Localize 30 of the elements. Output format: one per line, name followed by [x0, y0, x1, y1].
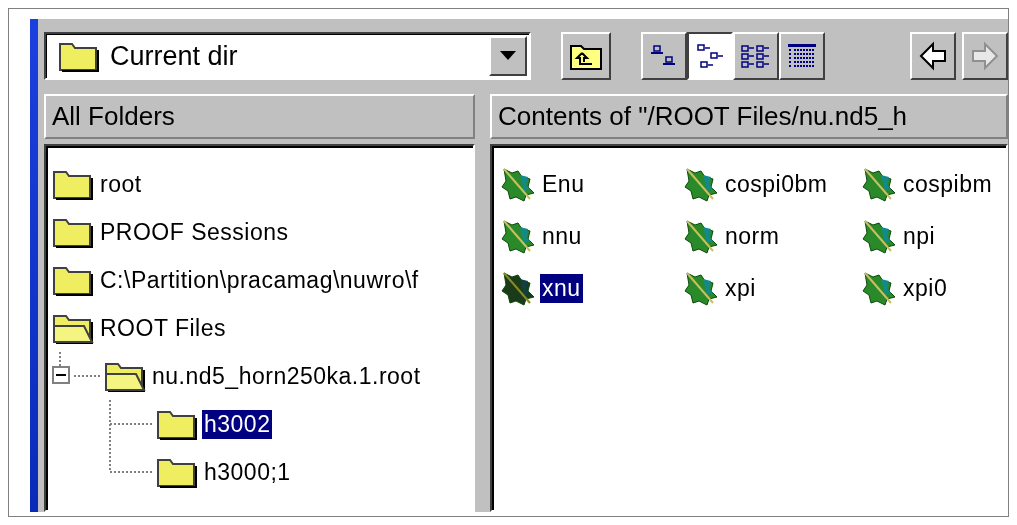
contents-item[interactable]: norm: [723, 221, 782, 251]
contents-item[interactable]: xnu: [540, 273, 583, 303]
tree-item[interactable]: ROOT Files: [98, 313, 228, 343]
contents-item[interactable]: cospibm: [901, 169, 995, 199]
contents-item[interactable]: xpi0: [901, 273, 950, 303]
tree-item[interactable]: nu.nd5_horn250ka.1.root: [150, 361, 423, 391]
contents-item[interactable]: cospi0bm: [723, 169, 830, 199]
small-icons-icon: [695, 42, 725, 70]
list-view-icon: [740, 42, 772, 70]
contents-item[interactable]: Enu: [540, 169, 587, 199]
tree-item[interactable]: h3000;1: [202, 457, 293, 487]
contents-header: Contents of "/ROOT Files/nu.nd5_h: [490, 94, 1008, 139]
location-combo-box[interactable]: Current dir: [44, 32, 531, 80]
contents-item[interactable]: npi: [901, 221, 938, 251]
folders-header: All Folders: [44, 94, 475, 139]
contents-item[interactable]: nnu: [540, 221, 584, 251]
back-arrow-icon: [918, 41, 948, 71]
contents-item[interactable]: xpi: [723, 273, 758, 303]
caret-icon: [500, 51, 516, 61]
forward-arrow-icon: [970, 41, 1000, 71]
details-view-icon: [786, 42, 818, 70]
dropdown-button[interactable]: [489, 36, 527, 76]
tree-item[interactable]: PROOF Sessions: [98, 217, 291, 247]
tree-item[interactable]: root: [98, 169, 144, 199]
view-mode-button[interactable]: [687, 32, 733, 80]
back-button[interactable]: [910, 32, 956, 80]
parent-folder-button[interactable]: [561, 32, 611, 80]
tree-item[interactable]: h3002: [202, 409, 273, 439]
location-value: Current dir: [110, 40, 238, 72]
tree-item[interactable]: C:\Partition\pracamag\nuwro\f: [98, 265, 421, 295]
